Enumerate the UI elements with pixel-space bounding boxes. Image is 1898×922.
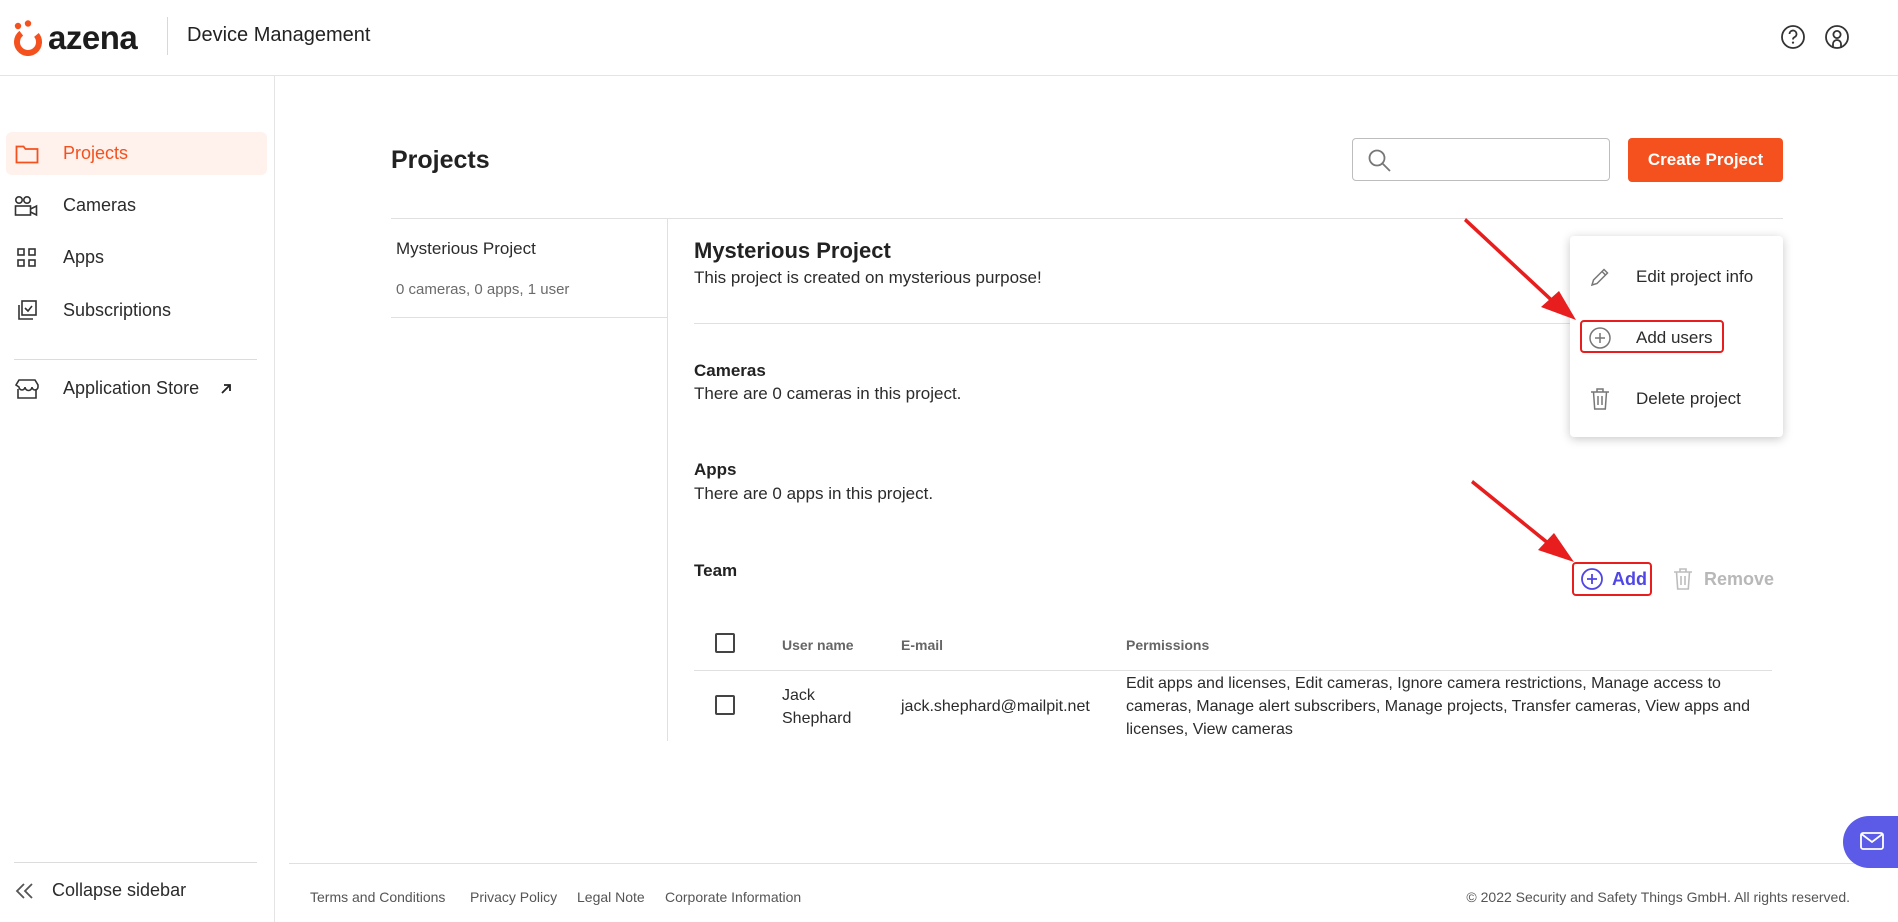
pencil-icon: [1588, 265, 1612, 289]
apps-section-title: Apps: [694, 460, 737, 479]
page-title: Projects: [391, 146, 490, 174]
sidebar-item-apps[interactable]: Apps: [6, 236, 267, 279]
apps-grid-icon: [13, 246, 41, 270]
footer-divider: [289, 863, 1898, 864]
column-header-email: E-mail: [901, 637, 944, 653]
contact-chat-button[interactable]: [1843, 816, 1898, 868]
create-project-button[interactable]: Create Project: [1628, 138, 1783, 182]
table-header-divider: [694, 670, 1772, 671]
sidebar-bottom-divider: [14, 862, 257, 863]
arrow-to-add-button: [1471, 480, 1574, 562]
copyright-text: © 2022 Security and Safety Things GmbH. …: [1466, 889, 1850, 905]
column-header-username: User name: [782, 637, 854, 653]
subscriptions-icon: [13, 299, 41, 323]
column-header-permissions: Permissions: [1126, 637, 1210, 653]
search-input[interactable]: [1403, 145, 1601, 175]
camera-icon: [13, 194, 41, 218]
menu-item-label: Edit project info: [1636, 267, 1754, 286]
menu-item-add-users[interactable]: Add users: [1570, 313, 1783, 363]
user-email-cell: jack.shephard@mailpit.net: [901, 698, 1090, 715]
footer-link-terms[interactable]: Terms and Conditions: [310, 889, 445, 905]
menu-item-label: Delete project: [1636, 389, 1741, 408]
footer-link-corporate[interactable]: Corporate Information: [665, 889, 801, 905]
cameras-section-text: There are 0 cameras in this project.: [694, 384, 962, 403]
add-team-member-button[interactable]: Add: [1572, 562, 1652, 596]
trash-icon: [1672, 567, 1694, 591]
user-first-name: Jack: [782, 687, 815, 704]
permissions-line: cameras, Manage alert subscribers, Manag…: [1126, 698, 1750, 715]
sidebar-item-subscriptions[interactable]: Subscriptions: [6, 289, 267, 332]
arrow-to-add-users: [1464, 218, 1576, 320]
remove-team-member-button[interactable]: Remove: [1672, 563, 1774, 595]
project-meta: 0 cameras, 0 apps, 1 user: [396, 281, 570, 298]
footer-link-privacy[interactable]: Privacy Policy: [470, 889, 557, 905]
sidebar: Projects Cameras Apps Subscriptions Appl…: [0, 76, 275, 922]
team-section-title: Team: [694, 561, 738, 580]
project-list-item[interactable]: Mysterious Project 0 cameras, 0 apps, 1 …: [391, 219, 667, 318]
sidebar-item-label: Subscriptions: [63, 300, 172, 320]
list-detail-divider: [667, 219, 668, 741]
double-chevron-left-icon: [14, 882, 36, 900]
header-divider: [167, 17, 168, 55]
help-icon[interactable]: [1780, 24, 1806, 50]
trash-icon: [1588, 387, 1612, 411]
external-link-icon: [219, 382, 233, 396]
azena-logo-icon: [14, 20, 42, 56]
sidebar-item-label: Cameras: [63, 195, 137, 215]
user-name-cell: Jack Shephard: [782, 684, 851, 730]
plus-circle-icon: [1580, 567, 1604, 591]
permissions-line: Edit apps and licenses, Edit cameras, Ig…: [1126, 675, 1721, 692]
sidebar-item-application-store[interactable]: Application Store: [6, 367, 267, 410]
mail-icon: [1860, 832, 1884, 850]
select-all-checkbox[interactable]: [715, 633, 735, 653]
sidebar-item-projects[interactable]: Projects: [6, 132, 267, 175]
add-label: Add: [1612, 568, 1647, 589]
menu-item-label: Add users: [1636, 328, 1713, 347]
search-icon: [1368, 149, 1391, 172]
sidebar-item-label: Application Store: [63, 378, 200, 398]
project-actions-menu: Edit project info Add users Delete proje…: [1570, 236, 1783, 437]
menu-item-delete-project[interactable]: Delete project: [1570, 374, 1783, 424]
permissions-line: licenses, View cameras: [1126, 721, 1293, 738]
cameras-section-title: Cameras: [694, 361, 766, 380]
remove-label: Remove: [1704, 568, 1775, 589]
detail-divider: [694, 323, 1572, 324]
sidebar-divider: [14, 359, 257, 360]
top-header: azena Device Management: [0, 0, 1898, 76]
user-last-name: Shephard: [782, 710, 852, 727]
search-box[interactable]: [1352, 138, 1610, 181]
project-detail-title: Mysterious Project: [694, 238, 891, 263]
project-description: This project is created on mysterious pu…: [694, 268, 1042, 287]
sidebar-item-label: Projects: [63, 143, 129, 163]
menu-item-edit-project-info[interactable]: Edit project info: [1570, 252, 1783, 302]
collapse-sidebar-label: Collapse sidebar: [52, 880, 187, 900]
app-title: Device Management: [187, 24, 371, 46]
row-checkbox[interactable]: [715, 695, 735, 715]
apps-section-text: There are 0 apps in this project.: [694, 484, 934, 503]
plus-circle-icon: [1588, 326, 1612, 350]
sidebar-item-cameras[interactable]: Cameras: [6, 184, 267, 227]
project-name: Mysterious Project: [396, 239, 536, 258]
store-icon: [13, 377, 41, 401]
annotation-arrows: [1464, 218, 1576, 562]
footer-link-legal[interactable]: Legal Note: [577, 889, 645, 905]
brand-name: azena: [48, 19, 138, 56]
user-account-icon[interactable]: [1824, 24, 1850, 50]
sidebar-item-label: Apps: [63, 247, 105, 267]
folder-icon: [13, 142, 41, 166]
user-permissions-cell: Edit apps and licenses, Edit cameras, Ig…: [1126, 672, 1776, 741]
azena-logo[interactable]: azena: [12, 18, 138, 58]
collapse-sidebar-button[interactable]: Collapse sidebar: [14, 880, 186, 901]
